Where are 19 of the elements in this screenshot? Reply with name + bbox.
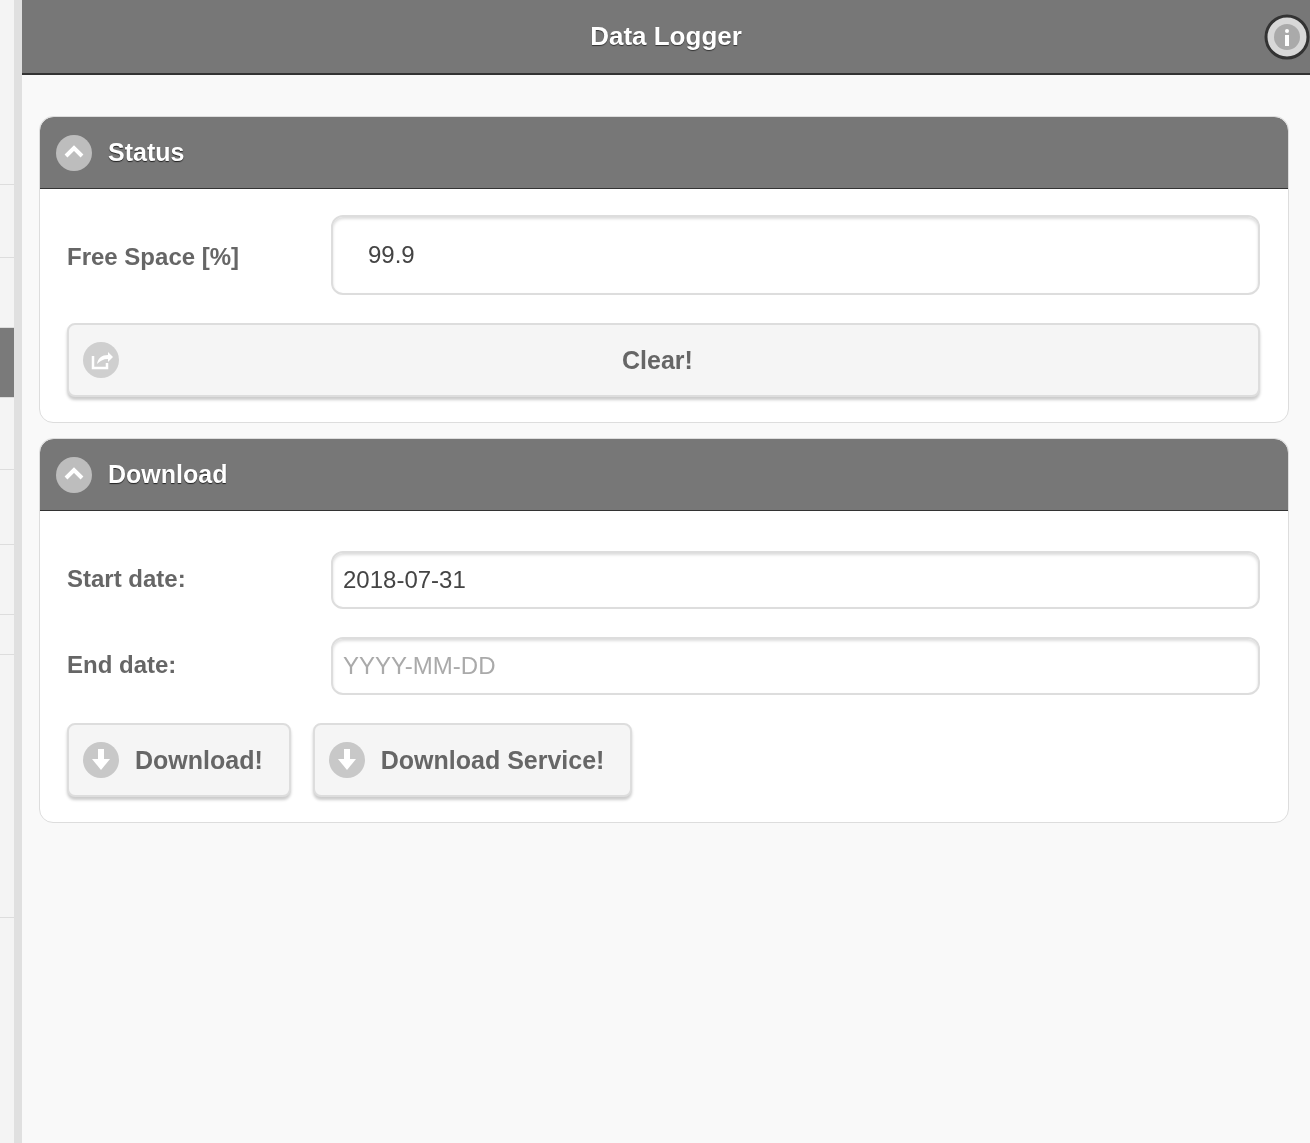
section-header[interactable]: Download bbox=[40, 439, 1288, 511]
download-icon bbox=[83, 742, 119, 778]
info-icon[interactable] bbox=[1264, 14, 1310, 60]
input-field[interactable]: 99.9 bbox=[331, 215, 1260, 295]
section-title: Status bbox=[108, 138, 185, 167]
action-button[interactable]: Download! bbox=[67, 723, 291, 797]
section-header[interactable]: Status bbox=[40, 117, 1288, 189]
page-title: Data Logger bbox=[590, 21, 742, 52]
action-button[interactable]: Download Service! bbox=[312, 723, 633, 797]
field-label: Free Space [%] bbox=[67, 243, 241, 271]
action-button[interactable]: Clear! bbox=[67, 323, 1260, 397]
input-field[interactable]: 2018-07-31 bbox=[331, 551, 1260, 609]
input-field[interactable]: YYYY-MM-DD bbox=[331, 637, 1260, 695]
section-title: Download bbox=[108, 460, 228, 489]
download-icon bbox=[328, 742, 365, 778]
field-label: End date: bbox=[67, 651, 178, 679]
field-label: Start date: bbox=[67, 565, 187, 593]
sidebar-item[interactable] bbox=[0, 328, 14, 398]
share-icon bbox=[83, 342, 119, 378]
